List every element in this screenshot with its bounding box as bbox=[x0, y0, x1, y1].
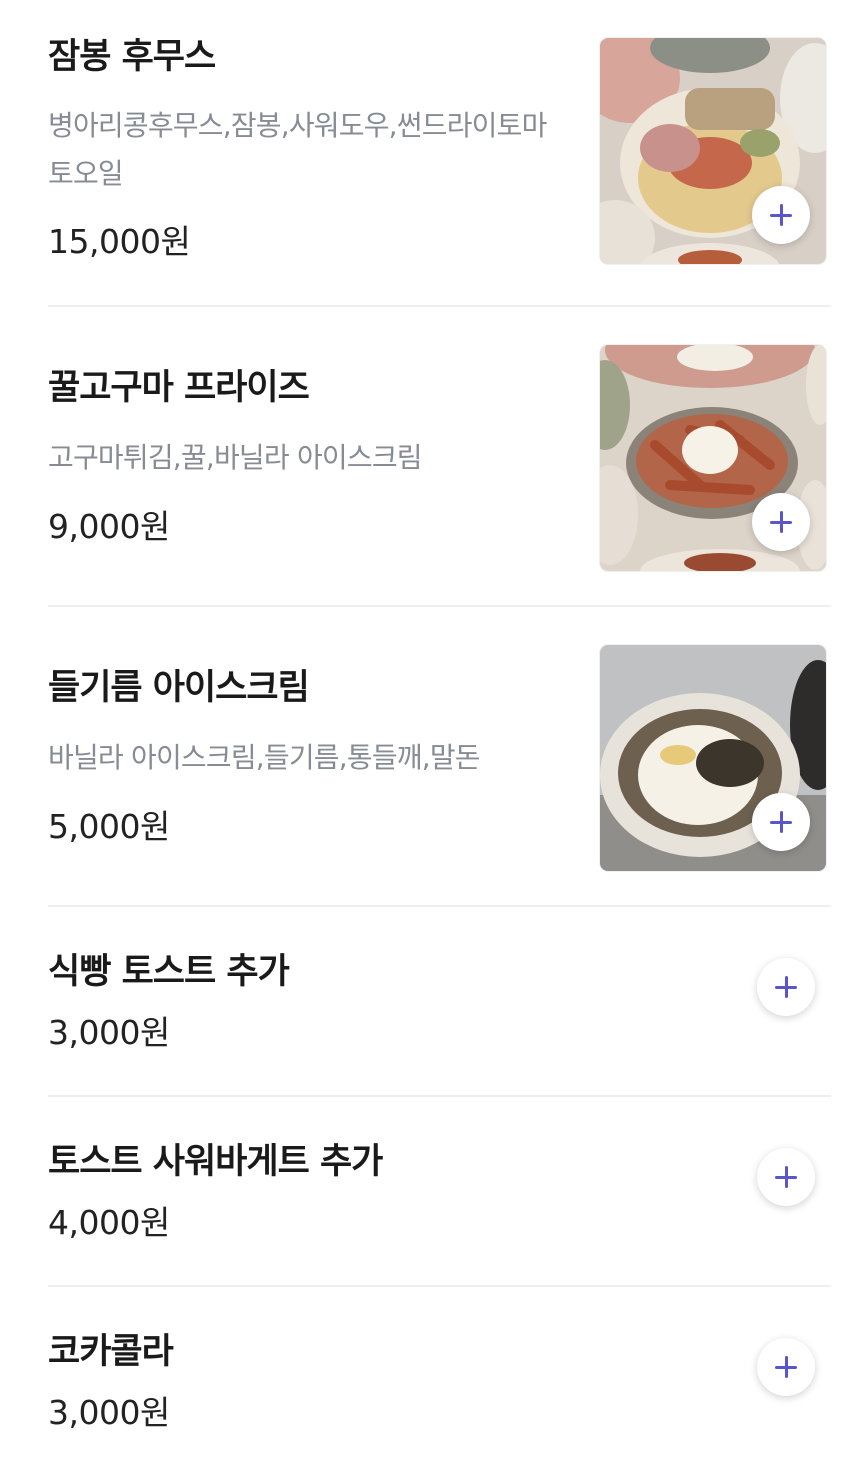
item-price: 9,000원 bbox=[48, 507, 170, 546]
add-to-cart-button[interactable] bbox=[757, 1338, 815, 1396]
menu-item-coca-cola[interactable]: 코카콜라 3,000원 bbox=[48, 1317, 831, 1457]
item-price: 15,000원 bbox=[48, 222, 191, 261]
add-to-cart-button[interactable] bbox=[752, 793, 810, 851]
plus-icon bbox=[770, 811, 792, 833]
plus-icon bbox=[770, 511, 792, 533]
menu-item-jambon-hummus[interactable]: 잠봉 후무스 병아리콩후무스,잠봉,사워도우,썬드라이토마토오일 15,000원 bbox=[48, 30, 831, 270]
item-price: 3,000원 bbox=[48, 1013, 170, 1052]
item-price: 5,000원 bbox=[48, 807, 170, 846]
item-name: 잠봉 후무스 bbox=[48, 37, 216, 77]
item-description: 바닐라 아이스크림,들기름,통들깨,말돈 bbox=[48, 741, 481, 774]
divider bbox=[48, 1285, 831, 1287]
divider bbox=[48, 1095, 831, 1097]
item-name: 식빵 토스트 추가 bbox=[48, 952, 290, 992]
divider bbox=[48, 305, 831, 307]
item-price: 3,000원 bbox=[48, 1393, 170, 1432]
add-to-cart-button[interactable] bbox=[757, 1148, 815, 1206]
item-name: 토스트 사워바게트 추가 bbox=[48, 1142, 383, 1182]
plus-icon bbox=[775, 976, 797, 998]
add-to-cart-button[interactable] bbox=[757, 958, 815, 1016]
add-to-cart-button[interactable] bbox=[752, 186, 810, 244]
divider bbox=[48, 605, 831, 607]
item-description: 병아리콩후무스,잠봉,사워도우,썬드라이토마토오일 bbox=[48, 109, 547, 190]
item-price: 4,000원 bbox=[48, 1203, 170, 1242]
item-description: 고구마튀김,꿀,바닐라 아이스크림 bbox=[48, 441, 423, 474]
add-to-cart-button[interactable] bbox=[752, 493, 810, 551]
plus-icon bbox=[775, 1166, 797, 1188]
menu-item-honey-sweet-potato-fries[interactable]: 꿀고구마 프라이즈 고구마튀김,꿀,바닐라 아이스크림 9,000원 bbox=[48, 337, 831, 577]
menu-item-bread-toast-extra[interactable]: 식빵 토스트 추가 3,000원 bbox=[48, 937, 831, 1077]
item-name: 들기름 아이스크림 bbox=[48, 668, 310, 708]
item-name: 코카콜라 bbox=[48, 1332, 174, 1372]
menu-item-perilla-oil-ice-cream[interactable]: 들기름 아이스크림 바닐라 아이스크림,들기름,통들깨,말돈 5,000원 bbox=[48, 637, 831, 877]
menu-item-sour-baguette-toast-extra[interactable]: 토스트 사워바게트 추가 4,000원 bbox=[48, 1127, 831, 1267]
plus-icon bbox=[770, 204, 792, 226]
divider bbox=[48, 905, 831, 907]
plus-icon bbox=[775, 1356, 797, 1378]
item-name: 꿀고구마 프라이즈 bbox=[48, 368, 310, 408]
